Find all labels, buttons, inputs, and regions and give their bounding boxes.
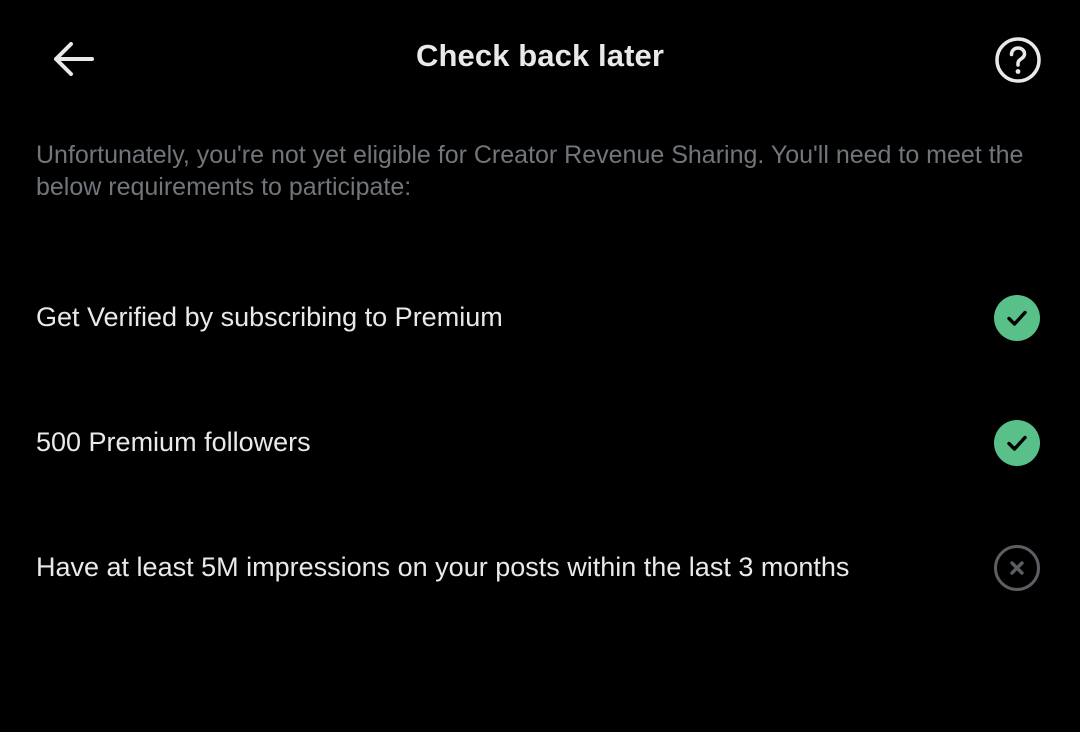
page-title: Check back later [415,38,664,73]
requirement-impressions: Have at least 5M impressions on your pos… [0,505,1080,630]
x-circle-icon [994,545,1040,591]
question-circle-icon [995,37,1041,83]
requirement-label: 500 Premium followers [36,427,311,457]
top-bar: Check back later [0,0,1080,118]
check-circle-icon [994,420,1040,466]
requirement-followers: 500 Premium followers [0,380,1080,505]
requirement-verified: Get Verified by subscribing to Premium [0,255,1080,380]
requirements-list: Get Verified by subscribing to Premium 5… [0,255,1080,630]
check-circle-icon [994,295,1040,341]
help-button[interactable] [989,31,1047,89]
eligibility-message: Unfortunately, you're not yet eligible f… [36,141,1024,201]
requirement-label: Get Verified by subscribing to Premium [36,302,503,332]
requirement-label: Have at least 5M impressions on your pos… [36,552,850,582]
